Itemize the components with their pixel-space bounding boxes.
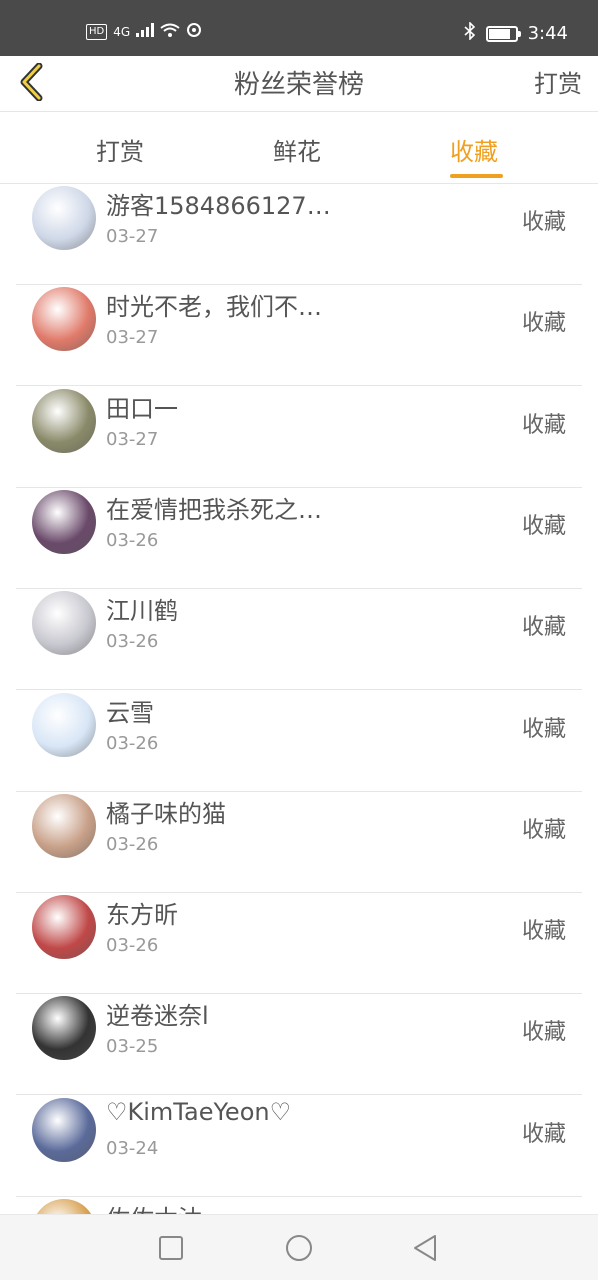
active-tab-indicator [450,174,503,178]
tab-tip[interactable]: 打赏 [96,132,144,167]
battery-fill [488,28,511,39]
favorite-date: 03-26 [106,833,159,855]
network-type: 4G [113,24,131,39]
avatar[interactable] [32,996,96,1061]
favorite-label: 收藏 [521,513,566,539]
avatar[interactable] [32,692,96,757]
avatar[interactable] [32,489,96,554]
list-item[interactable]: 东方昕 03-26 收藏 [16,893,582,995]
status-time: 3:44 [527,23,568,44]
favorite-date: 03-27 [106,428,159,450]
favorite-label: 收藏 [521,919,566,945]
list-item[interactable]: 橘子味的猫 03-26 收藏 [16,792,582,893]
user-name: 江川鹤 [106,597,178,626]
status-bar: HD 4G 3:44 [0,0,598,56]
status-left: HD 4G [86,22,202,41]
list-item[interactable]: 游客1584866127… 03-27 收藏 [16,184,582,285]
user-name: ♡KimTaeYeon♡ [106,1097,292,1126]
list-item[interactable]: 江川鹤 03-26 收藏 [16,589,582,691]
favorite-label: 收藏 [521,412,566,438]
user-name: 田口一 [106,394,178,423]
user-name: 在爱情把我杀死之… [106,495,322,524]
favorite-date: 03-25 [106,1036,159,1058]
avatar[interactable] [32,793,96,858]
favorite-date: 03-26 [106,732,159,754]
fan-list[interactable]: 游客1584866127… 03-27 收藏 时光不老，我们不… 03-27 收藏 田口一 0… [0,184,598,1214]
favorite-label: 收藏 [521,1020,566,1046]
bluetooth-icon [464,21,476,45]
wifi-icon [160,23,180,40]
list-item[interactable]: 佐佐木沐 [16,1197,582,1214]
status-right: 3:44 [464,21,568,45]
tab-flowers[interactable]: 鲜花 [273,132,321,167]
avatar[interactable] [32,1199,96,1214]
tab-favorites[interactable]: 收藏 [450,132,498,167]
tab-bar: 打赏 鲜花 收藏 [0,112,598,184]
battery-icon [485,25,521,42]
app-header: 粉丝荣誉榜 打赏 [0,56,598,112]
square-recent-icon[interactable] [156,1233,186,1263]
favorite-date: 03-26 [106,529,159,551]
favorite-date: 03-27 [106,327,159,349]
list-item[interactable]: 在爱情把我杀死之… 03-26 收藏 [16,488,582,589]
favorite-label: 收藏 [521,817,566,843]
system-nav-bar [0,1214,598,1280]
user-name: 游客1584866127… [106,192,331,220]
favorite-label: 收藏 [521,210,566,235]
user-name: 橘子味的猫 [106,799,226,828]
list-item[interactable]: 时光不老，我们不… 03-27 收藏 [16,285,582,387]
favorite-label: 收藏 [521,716,566,742]
triangle-back-icon[interactable] [410,1233,440,1263]
sync-icon [186,22,202,41]
favorite-label: 收藏 [521,311,566,337]
user-name: 东方昕 [106,901,178,930]
hd-icon: HD [86,23,108,40]
favorite-date: 03-27 [106,226,159,247]
circle-home-icon[interactable] [284,1233,314,1263]
list-item[interactable]: 逆卷迷奈l 03-25 收藏 [16,994,582,1096]
tip-button[interactable]: 打赏 [534,64,582,99]
list-item[interactable]: ♡KimTaeYeon♡ 03-24 收藏 [16,1096,582,1197]
favorite-label: 收藏 [521,1121,566,1147]
user-name: 云雪 [106,698,154,727]
favorite-label: 收藏 [521,615,566,641]
avatar[interactable] [32,186,96,250]
page-title: 粉丝荣誉榜 [233,70,364,100]
avatar[interactable] [32,287,96,352]
avatar[interactable] [32,388,96,453]
avatar[interactable] [32,1097,96,1162]
user-name: 佐佐木沐 [106,1199,202,1214]
signal-icon [136,23,155,40]
user-name: 逆卷迷奈l [106,1002,209,1031]
list-item[interactable]: 云雪 03-26 收藏 [16,691,582,792]
user-name: 时光不老，我们不… [106,293,322,322]
avatar[interactable] [32,895,96,960]
favorite-date: 03-26 [106,631,159,653]
avatar[interactable] [32,591,96,656]
list-item[interactable]: 田口一 03-27 收藏 [16,387,582,488]
favorite-date: 03-26 [106,935,159,957]
favorite-date: 03-24 [106,1137,159,1159]
